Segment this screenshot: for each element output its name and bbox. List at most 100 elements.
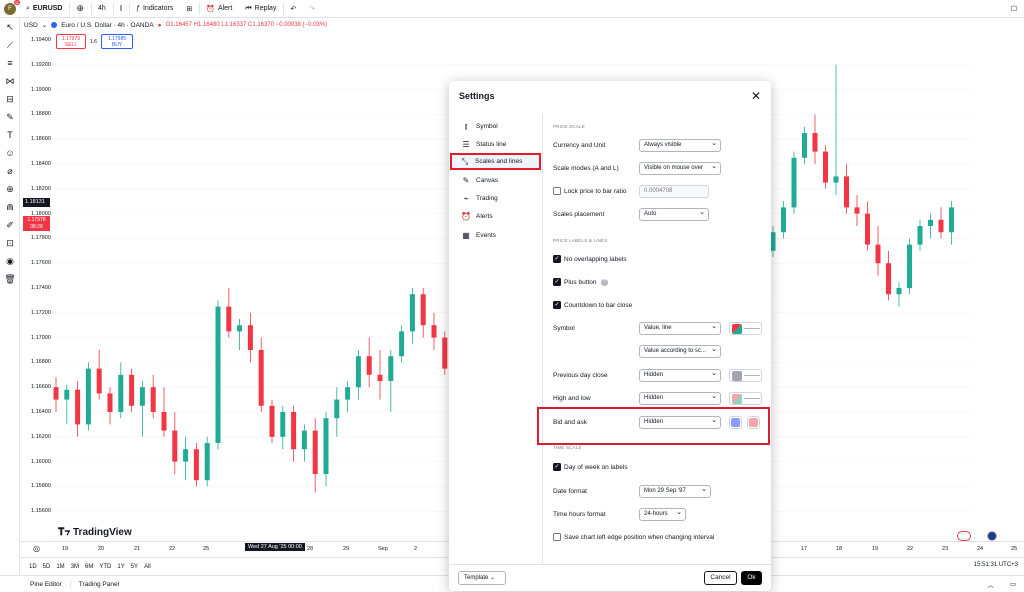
tab-trading-panel[interactable]: Trading Panel: [69, 580, 127, 588]
help-icon[interactable]: ?: [601, 279, 608, 286]
measure-icon[interactable]: ⌀: [0, 162, 20, 180]
flag-icon[interactable]: [957, 531, 971, 541]
symbol-value-mode-select[interactable]: Value according to sc...: [639, 345, 721, 358]
nav-events[interactable]: ▦ Events: [452, 227, 540, 244]
nav-trading[interactable]: ⌁ Trading: [452, 190, 540, 207]
template-button[interactable]: Template ⌄: [458, 571, 506, 585]
brush-icon[interactable]: ✎: [0, 108, 20, 126]
prev-day-color-swatch[interactable]: [729, 369, 762, 382]
symbol-search-button[interactable]: ⌕ EURUSD: [20, 0, 69, 18]
candle-body: [907, 244, 912, 288]
price-tick-label: 1.16000: [31, 458, 51, 465]
timeframe-3m[interactable]: 3M: [71, 564, 79, 570]
chevron-down-icon[interactable]: ⌄: [42, 21, 47, 29]
lock-ratio-label: Lock price to bar ratio: [564, 188, 627, 195]
price-axis[interactable]: 1.19400 1.19200 1.19000 1.18800 1.18600 1.184…: [21, 19, 51, 541]
currency-unit-select[interactable]: Always visible: [639, 139, 721, 152]
high-low-color-swatch[interactable]: [729, 392, 762, 405]
undo-button[interactable]: ↶: [284, 0, 303, 18]
collapse-icon[interactable]: ︿: [979, 579, 1002, 589]
canvas-icon: ✎: [462, 176, 470, 185]
plus-circle-icon[interactable]: ⊕: [25, 208, 30, 214]
timeframe-5d[interactable]: 5D: [43, 564, 51, 570]
eye-icon[interactable]: ◉: [0, 252, 20, 270]
candle-body: [420, 294, 426, 326]
lock-ratio-input[interactable]: 0.0004708: [639, 185, 709, 198]
tab-pine-editor[interactable]: Pine Editor: [0, 581, 70, 588]
replay-button[interactable]: ⏮ Replay: [239, 0, 283, 18]
lock-pencil-icon[interactable]: ✐: [0, 216, 20, 234]
symbol-title[interactable]: Euro / U.S. Dollar · 4h · OANDA: [61, 22, 153, 29]
emoji-icon[interactable]: ☺: [0, 144, 20, 162]
scales-placement-select[interactable]: Auto: [639, 208, 709, 221]
day-of-week-checkbox[interactable]: ✓: [553, 463, 561, 471]
text-icon[interactable]: T: [0, 126, 20, 144]
timeframe-5y[interactable]: 5Y: [131, 564, 138, 570]
symbol-color-swatch[interactable]: [729, 322, 762, 335]
time-tick-label: 19: [872, 546, 879, 552]
time-tick-label: 2: [414, 546, 418, 552]
price-tick-label: 1.16600: [31, 384, 51, 391]
time-hours-select[interactable]: 24-hours: [639, 508, 686, 521]
nav-canvas[interactable]: ✎ Canvas: [452, 172, 540, 189]
compare-symbol-button[interactable]: ⊕: [70, 0, 91, 18]
symbol-legend: USD ⌄ Euro / U.S. Dollar · 4h · OANDA ● …: [24, 21, 327, 30]
high-low-label: High and low: [553, 395, 591, 402]
lock-icon[interactable]: ⊡: [0, 234, 20, 252]
indicators-button[interactable]: ƒ Indicators: [130, 0, 180, 18]
timeframe-1y[interactable]: 1Y: [117, 564, 124, 570]
prev-day-select[interactable]: Hidden: [639, 369, 721, 382]
cancel-button[interactable]: Cancel: [704, 571, 737, 585]
candle-body: [85, 368, 91, 425]
zoom-in-icon[interactable]: ⊕: [0, 180, 20, 198]
maximize-icon[interactable]: ▭: [1002, 580, 1024, 588]
alert-button[interactable]: ⏰ Alert: [200, 0, 239, 18]
lock-ratio-checkbox[interactable]: [553, 187, 561, 195]
chart-type-button[interactable]: ⫾: [114, 0, 129, 18]
event-icon[interactable]: [987, 531, 997, 541]
close-icon[interactable]: ✕: [751, 89, 761, 103]
replay-icon: ⏮: [245, 4, 252, 12]
timeframe-1m[interactable]: 1M: [56, 564, 64, 570]
symbol-line-select[interactable]: Value, line: [639, 322, 721, 335]
timeframe-1d[interactable]: 1D: [29, 564, 37, 570]
interval-button[interactable]: 4h: [92, 0, 113, 18]
currency-unit-label: Currency and Unit: [553, 142, 606, 149]
nav-symbol[interactable]: ⫾ Symbol: [452, 118, 540, 135]
currency-label[interactable]: USD: [24, 22, 38, 29]
nav-scales-and-lines[interactable]: ⤡ Scales and lines: [450, 153, 541, 170]
nav-alerts[interactable]: ⏰ Alerts: [452, 208, 540, 225]
pattern-icon[interactable]: ⋈: [0, 72, 20, 90]
plus-button-checkbox[interactable]: ✓: [553, 278, 561, 286]
scale-modes-select[interactable]: Visible on mouse over: [639, 162, 721, 175]
high-low-select[interactable]: Hidden: [639, 392, 721, 405]
sell-button[interactable]: 1.17979 SELL: [56, 34, 86, 49]
user-avatar[interactable]: F 11: [4, 0, 20, 15]
save-left-edge-checkbox[interactable]: [553, 533, 561, 541]
cursor-icon[interactable]: ↖: [0, 18, 20, 36]
trash-icon[interactable]: 🗑: [0, 270, 20, 288]
magnet-icon[interactable]: ⋒: [0, 198, 20, 216]
date-format-select[interactable]: Mon 29 Sep '97: [639, 485, 711, 498]
clock[interactable]: 15:51:31 UTC+3: [974, 562, 1018, 568]
timeframe-all[interactable]: All: [144, 564, 151, 570]
trading-icon: ⌁: [463, 194, 469, 203]
redo-button[interactable]: ↷: [303, 0, 322, 18]
timeframe-6m[interactable]: 6M: [85, 564, 93, 570]
ok-button[interactable]: Ok: [741, 571, 762, 585]
trend-line-icon[interactable]: ⟋: [0, 36, 20, 54]
timeframe-ytd[interactable]: YTD: [99, 564, 111, 570]
countdown-checkbox[interactable]: ✓: [553, 301, 561, 309]
dialog-footer: Template ⌄ Cancel Ok: [449, 564, 771, 591]
candle-body: [64, 389, 70, 400]
candle-body: [345, 387, 351, 400]
templates-button[interactable]: ⊞: [180, 0, 199, 18]
layout-button[interactable]: ☐: [1005, 0, 1024, 18]
horizontal-lines-icon[interactable]: ≡: [0, 54, 20, 72]
goto-date-icon[interactable]: ◎: [33, 544, 40, 553]
nav-status-line[interactable]: ☰ Status line: [452, 136, 540, 153]
ruler-icon[interactable]: ⊟: [0, 90, 20, 108]
no-overlap-checkbox[interactable]: ✓: [553, 255, 561, 263]
candle-body: [949, 207, 954, 233]
buy-button[interactable]: 1.17985 BUY: [101, 34, 133, 49]
